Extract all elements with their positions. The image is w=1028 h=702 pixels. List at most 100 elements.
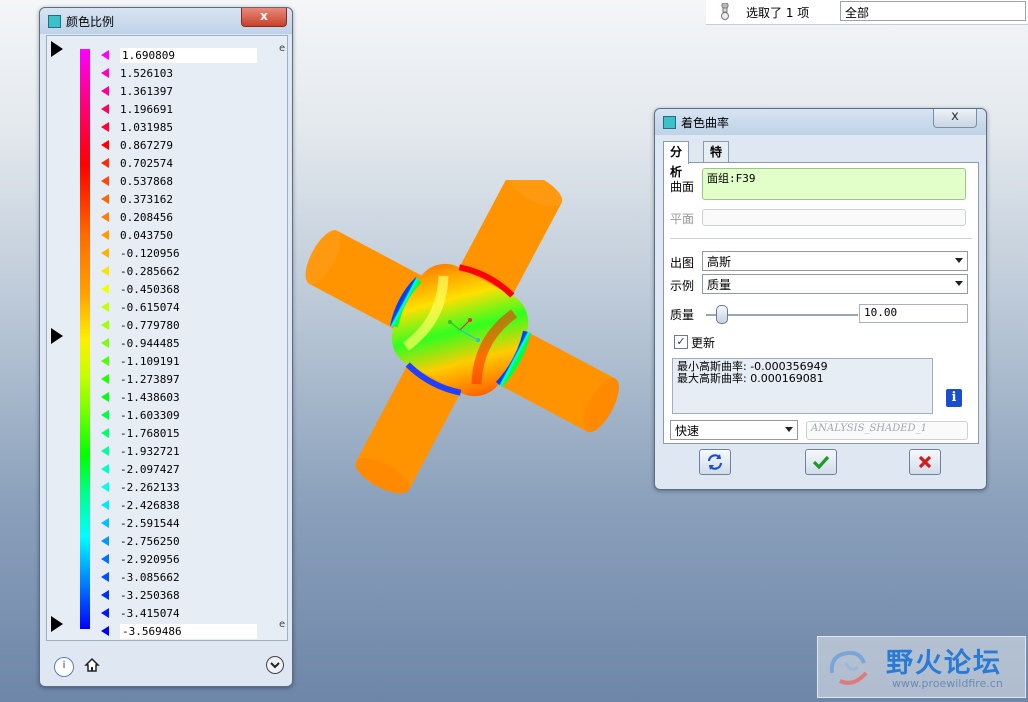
color-scale-value: -2.262133 <box>120 481 180 494</box>
chevron-down-icon <box>955 281 963 286</box>
curvature-title: 着色曲率 <box>681 116 730 130</box>
color-scale-panel: e e 1.690809 1.526103 1.361397 1.196691 1.03… <box>46 35 288 641</box>
plot-type-select[interactable]: 高斯 <box>702 251 968 271</box>
mid-range-marker[interactable] <box>51 328 63 344</box>
quality-slider-thumb[interactable] <box>716 305 728 324</box>
close-button[interactable]: x <box>933 109 977 128</box>
exponent-label-top: e <box>279 43 286 54</box>
color-scale-value: -1.438603 <box>120 391 180 404</box>
color-scale-tick <box>101 158 109 168</box>
surface-collector[interactable]: 面组:F39 <box>702 168 966 200</box>
color-scale-value: -1.932721 <box>120 445 180 458</box>
quality-label: 质量 <box>670 308 695 322</box>
color-scale-value: -3.415074 <box>120 607 180 620</box>
close-button[interactable]: x <box>241 8 287 27</box>
selection-status-bar: 选取了 1 项 全部 <box>706 0 1028 25</box>
color-scale-tick <box>101 104 109 114</box>
color-scale-dialog: 颜色比例 x e e 1.690809 1.526103 1.361397 1.196… <box>39 7 293 687</box>
color-scale-tick <box>101 68 109 78</box>
color-scale-value: 0.043750 <box>120 229 173 242</box>
tab-analysis[interactable]: 分析 <box>663 141 690 179</box>
color-scale-tick <box>101 518 109 528</box>
forum-name: 野火论坛 <box>886 648 1002 679</box>
color-scale-tick <box>101 86 109 96</box>
max-value-input[interactable]: 1.690809 <box>120 48 257 63</box>
color-scale-value: -3.250368 <box>120 589 180 602</box>
window-icon <box>663 116 676 129</box>
selection-count-text: 选取了 1 项 <box>746 6 810 20</box>
color-scale-tick <box>101 122 109 132</box>
divider <box>670 238 972 239</box>
display-mode-value: 质量 <box>707 278 732 292</box>
color-scale-tick <box>101 500 109 510</box>
home-icon[interactable] <box>84 657 100 673</box>
color-scale-tick <box>101 176 109 186</box>
color-scale-value: -2.591544 <box>120 517 180 530</box>
update-checkbox[interactable]: ✓ <box>674 335 688 349</box>
color-scale-tick <box>101 356 109 366</box>
color-scale-value: -0.120956 <box>120 247 180 260</box>
shaded-curvature-dialog: 着色曲率 x 分析 特征 曲面 面组:F39 平面 出图 高斯 示例 质量 质量… <box>654 108 987 490</box>
min-value-input[interactable]: -3.569486 <box>120 624 257 639</box>
color-scale-value: -0.779780 <box>120 319 180 332</box>
color-scale-tick <box>101 608 109 618</box>
color-scale-tick <box>101 338 109 348</box>
refresh-icon <box>707 454 723 470</box>
plot-label: 出图 <box>670 256 695 270</box>
color-scale-tick <box>101 50 109 60</box>
display-mode-select[interactable]: 质量 <box>702 274 968 294</box>
color-scale-tick <box>101 212 109 222</box>
color-scale-footer: i <box>40 641 292 685</box>
result-info-box: 最小高斯曲率: -0.000356949 最大高斯曲率: 0.000169081 <box>672 358 933 414</box>
color-scale-value: -2.756250 <box>120 535 180 548</box>
info-icon[interactable]: i <box>946 389 962 407</box>
quality-slider-track[interactable] <box>706 314 858 316</box>
quality-input[interactable]: 10.00 <box>859 304 968 323</box>
color-scale-tick <box>101 554 109 564</box>
min-range-marker[interactable] <box>51 616 63 632</box>
exponent-label-bottom: e <box>279 619 286 630</box>
curvature-title-bar[interactable]: 着色曲率 x <box>655 109 986 135</box>
color-scale-tick <box>101 302 109 312</box>
forum-watermark: 野火论坛 www.proewildfire.cn <box>817 636 1026 698</box>
color-scale-title-bar[interactable]: 颜色比例 x <box>40 8 292 34</box>
analysis-panel: 曲面 面组:F39 平面 出图 高斯 示例 质量 质量 10.00 ✓ 更新 最… <box>663 162 979 444</box>
feature-name-input[interactable]: ANALYSIS_SHADED_1 <box>806 421 968 440</box>
chevron-down-icon[interactable] <box>265 655 285 675</box>
color-scale-value: -1.109191 <box>120 355 180 368</box>
color-scale-value: -1.768015 <box>120 427 180 440</box>
color-scale-tick <box>101 428 109 438</box>
ok-button[interactable] <box>805 449 837 475</box>
color-scale-tick <box>101 626 109 636</box>
color-scale-value: -3.085662 <box>120 571 180 584</box>
color-scale-tick <box>101 590 109 600</box>
plane-collector[interactable] <box>702 209 966 226</box>
checkmark-icon <box>812 455 830 470</box>
color-scale-tick <box>101 410 109 420</box>
color-scale-tick <box>101 572 109 582</box>
repeat-analysis-button[interactable] <box>699 449 731 475</box>
tab-feature[interactable]: 特征 <box>703 141 730 179</box>
color-scale-value: -1.273897 <box>120 373 180 386</box>
color-scale-value: 0.867279 <box>120 139 173 152</box>
max-gaussian-curvature: 最大高斯曲率: 0.000169081 <box>677 372 824 385</box>
shaded-curvature-model[interactable] <box>300 180 620 500</box>
color-scale-value: 0.208456 <box>120 211 173 224</box>
color-gradient-bar <box>80 49 90 629</box>
analysis-mode-select[interactable]: 快速 <box>670 420 798 440</box>
update-label: 更新 <box>691 336 716 350</box>
color-scale-tick <box>101 482 109 492</box>
color-scale-value: -0.615074 <box>120 301 180 314</box>
color-scale-value: -0.944485 <box>120 337 180 350</box>
max-range-marker[interactable] <box>51 41 63 57</box>
help-icon[interactable]: i <box>54 657 74 677</box>
color-scale-value: -2.426838 <box>120 499 180 512</box>
color-scale-value: 1.361397 <box>120 85 173 98</box>
color-scale-value: 0.537868 <box>120 175 173 188</box>
selection-filter-select[interactable]: 全部 <box>840 1 1026 21</box>
show-label: 示例 <box>670 279 695 293</box>
cancel-button[interactable] <box>909 449 941 475</box>
color-scale-value: -0.450368 <box>120 283 180 296</box>
plane-label: 平面 <box>670 212 695 226</box>
color-scale-tick <box>101 284 109 294</box>
